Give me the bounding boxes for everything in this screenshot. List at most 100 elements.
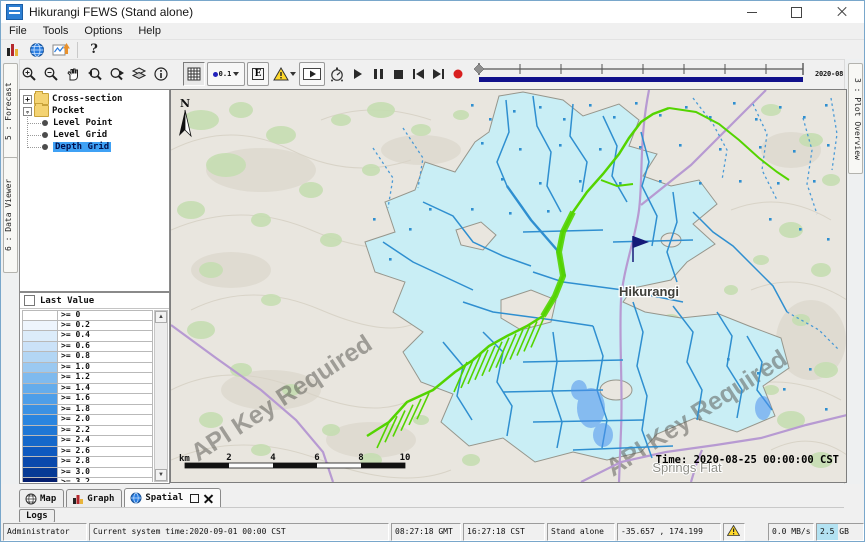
tree-guide-line	[27, 147, 41, 148]
app-window: Hikurangi FEWS (Stand alone) File Tools …	[0, 0, 865, 542]
animation-settings-button[interactable]	[327, 63, 347, 85]
tab-close-icon[interactable]	[204, 494, 213, 503]
time-slider[interactable]	[473, 60, 808, 89]
stopwatch-icon	[329, 66, 345, 82]
tree-item-level-grid[interactable]: Level Grid	[20, 129, 169, 141]
map-viewport[interactable]: API Key Required API Key Required	[170, 89, 847, 483]
scroll-up-icon[interactable]	[155, 311, 167, 323]
bar-chart-icon	[72, 493, 84, 505]
explorer-reports-button[interactable]	[1, 41, 25, 59]
tree-item-level-point[interactable]: Level Point	[20, 117, 169, 129]
tab-spatial[interactable]: Spatial	[124, 488, 221, 507]
legend-swatch	[23, 447, 58, 457]
menu-help[interactable]: Help	[130, 25, 169, 37]
globe-icon	[29, 42, 45, 58]
maximize-icon	[791, 7, 802, 18]
legend-row[interactable]: >= 0.4	[22, 331, 153, 342]
zoom-next-button[interactable]	[107, 63, 127, 85]
legend-row[interactable]: >= 1.6	[22, 394, 153, 405]
tree-item-depth-grid[interactable]: Depth Grid	[20, 141, 169, 153]
chart-arrow-icon	[52, 42, 70, 58]
zoom-next-icon	[109, 66, 125, 82]
logs-tab[interactable]: Logs	[19, 509, 55, 523]
tab-spatial-label: Spatial	[145, 493, 183, 503]
labels-button[interactable]: E	[247, 62, 269, 86]
grid-display-button[interactable]	[183, 62, 205, 86]
legend-row[interactable]: >= 2.4	[22, 436, 153, 447]
legend-row[interactable]: >= 3.2	[22, 478, 153, 482]
legend-swatch	[23, 394, 58, 404]
legend-label: >= 2.4	[58, 436, 152, 446]
record-button[interactable]	[449, 64, 467, 84]
legend-row[interactable]: >= 1.2	[22, 373, 153, 384]
status-warning[interactable]	[723, 523, 745, 541]
status-local-time: 16:27:18 CST	[463, 523, 545, 541]
tab-forecast[interactable]: 5 : Forecast	[3, 63, 18, 159]
tab-map[interactable]: Map	[19, 489, 64, 507]
zoom-in-icon	[21, 66, 37, 82]
scroll-down-icon[interactable]	[155, 469, 167, 481]
status-system-time: Current system time:2020-09-01 00:00 CST	[89, 523, 389, 541]
zoom-previous-button[interactable]	[85, 63, 105, 85]
tree-label-selected: Depth Grid	[53, 142, 111, 152]
legend-row[interactable]: >= 0	[22, 310, 153, 321]
step-last-button[interactable]	[429, 64, 447, 84]
menu-file[interactable]: File	[1, 25, 35, 37]
zoom-out-icon	[43, 66, 59, 82]
legend-swatch	[23, 384, 58, 394]
legend-swatch	[23, 468, 58, 478]
stop-button[interactable]	[389, 64, 407, 84]
maximize-button[interactable]	[774, 1, 819, 23]
legend-label: >= 3.2	[58, 478, 152, 482]
legend-row[interactable]: >= 2.0	[22, 415, 153, 426]
step-first-button[interactable]	[409, 64, 427, 84]
layers-button[interactable]	[129, 63, 149, 85]
svg-text:10: 10	[400, 453, 411, 463]
zoom-out-button[interactable]	[41, 63, 61, 85]
left-dock-strip: 5 : Forecast 6 : Data Viewer	[1, 59, 20, 484]
info-button[interactable]	[151, 63, 171, 85]
tab-data-viewer[interactable]: 6 : Data Viewer	[3, 157, 18, 273]
window-title: Hikurangi FEWS (Stand alone)	[29, 5, 193, 19]
legend-label: >= 3.0	[58, 468, 152, 478]
pause-icon	[374, 69, 383, 79]
tree-item-pocket[interactable]: - Pocket	[20, 105, 169, 117]
legend-swatch	[23, 342, 58, 352]
play-button[interactable]	[349, 64, 367, 84]
globe-icon	[130, 492, 142, 504]
tab-plot-overview[interactable]: 3 : Plot Overview	[848, 63, 863, 174]
map-display-button[interactable]	[25, 41, 49, 59]
expand-icon[interactable]: +	[23, 95, 32, 104]
close-button[interactable]	[819, 1, 864, 23]
main-toolbar: ?	[1, 40, 864, 60]
tab-maximize-icon[interactable]	[190, 494, 199, 503]
timeseries-display-button[interactable]	[49, 41, 73, 59]
help-button[interactable]: ?	[82, 41, 106, 59]
legend-row[interactable]: >= 0.8	[22, 352, 153, 363]
zoom-in-button[interactable]	[19, 63, 39, 85]
pan-button[interactable]	[63, 63, 83, 85]
bar-report-icon	[5, 42, 21, 58]
legend-label: >= 2.2	[58, 426, 152, 436]
status-memory: 2.5 GB	[816, 523, 864, 541]
menu-options[interactable]: Options	[76, 25, 130, 37]
minimize-button[interactable]	[729, 1, 774, 23]
classbreaks-dropdown[interactable]: 0.1	[207, 62, 245, 86]
legend-swatch	[23, 478, 58, 482]
town-label: Hikurangi	[619, 284, 679, 299]
menu-tools[interactable]: Tools	[35, 25, 77, 37]
app-icon	[6, 4, 23, 20]
pause-button[interactable]	[369, 64, 387, 84]
legend-swatch	[23, 331, 58, 341]
animation-panel-button[interactable]	[299, 62, 325, 86]
legend-row[interactable]: >= 2.8	[22, 457, 153, 468]
legend-label: >= 0.8	[58, 352, 152, 362]
legend-label: >= 1.8	[58, 405, 152, 415]
last-value-label: Last Value	[40, 296, 94, 306]
skip-end-icon	[433, 69, 444, 79]
last-value-checkbox[interactable]	[24, 295, 35, 306]
warnings-dropdown[interactable]	[271, 63, 297, 85]
zoom-previous-icon	[87, 66, 103, 82]
legend-scrollbar[interactable]	[154, 310, 168, 482]
tab-graph[interactable]: Graph	[66, 489, 122, 507]
